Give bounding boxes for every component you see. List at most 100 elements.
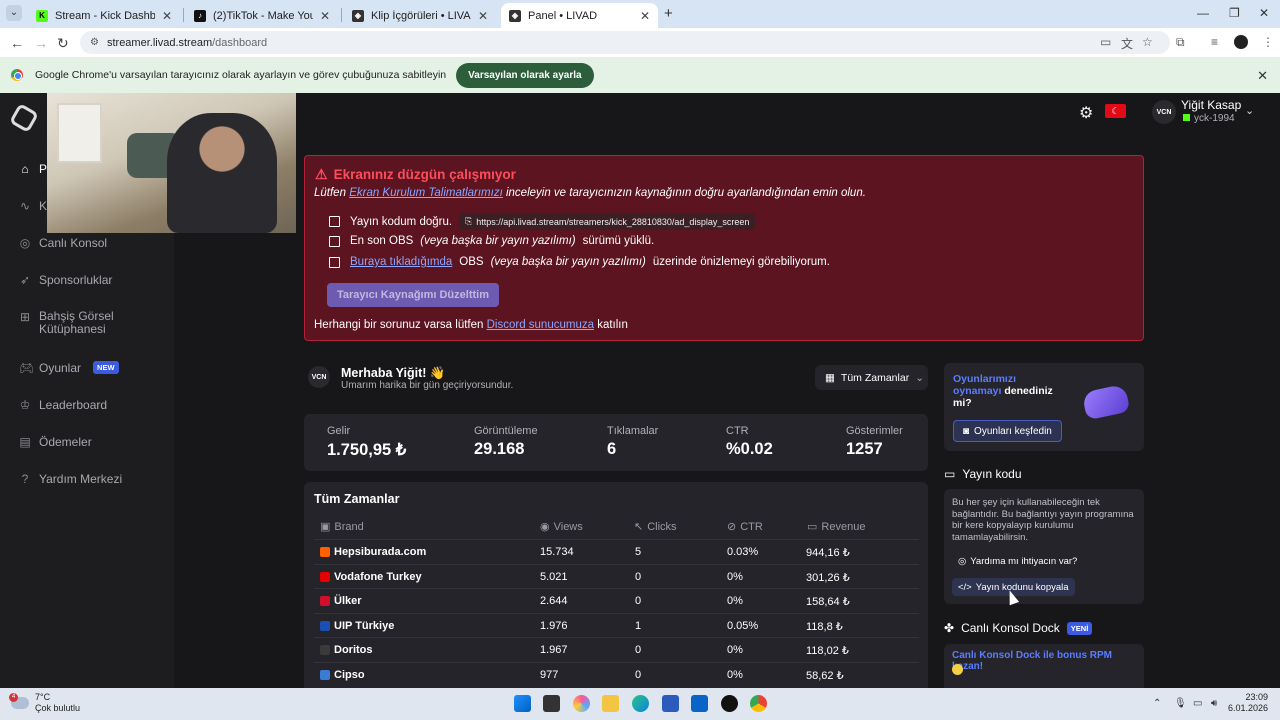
url-host: streamer.livad.stream — [106, 36, 213, 49]
close-icon[interactable]: ✕ — [640, 9, 650, 23]
period-dropdown[interactable]: ▦ Tüm Zamanlar ⌄ — [815, 365, 928, 390]
checkbox[interactable] — [329, 235, 340, 247]
network-icon[interactable]: ▭ — [1193, 698, 1202, 709]
column-header-revenue[interactable]: ▭ Revenue — [807, 520, 865, 534]
greeting-subtitle: Umarım harika bir gün geçiriyorsundur. — [341, 380, 514, 391]
stat-label: Görüntüleme — [474, 425, 538, 437]
file-explorer-icon[interactable] — [602, 695, 619, 712]
sidebar-item-canli-konsol[interactable]: ◎ Canlı Konsol — [0, 236, 174, 250]
windows-start-icon[interactable] — [514, 695, 531, 712]
stat-impressions: Gösterimler 1257 — [846, 425, 903, 459]
bookmark-star-icon[interactable]: ☆ — [1142, 35, 1153, 49]
cell-ctr: 0% — [727, 644, 743, 656]
cell-text: 0% — [727, 669, 743, 681]
column-header-views[interactable]: ◉ Views — [540, 520, 583, 534]
brand-logo-icon — [320, 571, 330, 582]
tab-tiktok[interactable]: ♪ (2)TikTok - Make Your Day ✕ — [186, 3, 338, 28]
help-circle-icon: ◎ — [958, 555, 967, 567]
sidebar-item-label: Bahşiş Görsel Kütüphanesi — [39, 309, 114, 336]
cell-text: 0 — [635, 644, 642, 657]
sidebar-item-leaderboard[interactable]: ♔ Leaderboard — [0, 398, 174, 412]
brand-logo-icon — [320, 670, 330, 680]
site-info-icon[interactable]: ⚙ — [90, 37, 99, 48]
sidebar-item-label: Sponsorluklar — [39, 273, 113, 287]
chrome-taskbar-icon[interactable] — [750, 695, 767, 712]
reading-list-icon[interactable]: ≡ — [1211, 35, 1218, 49]
new-tab-icon[interactable]: + — [664, 5, 673, 22]
task-view-icon[interactable] — [543, 695, 560, 712]
maximize-icon[interactable]: ❐ — [1229, 6, 1240, 20]
stat-value: 1257 — [846, 440, 883, 458]
sidebar-item-oyunlar[interactable]: 🎮︎ Oyunlar NEW — [0, 361, 174, 375]
stat-ctr: CTR %0.02 — [726, 425, 773, 459]
column-header-brand[interactable]: ▣ Brand — [320, 520, 364, 534]
dock-heading: ✤ Canlı Konsol Dock YENİ — [944, 621, 1093, 635]
more-menu-icon[interactable]: ⋮ — [1262, 35, 1274, 49]
copilot-icon[interactable] — [573, 695, 590, 712]
discord-link[interactable]: Discord sunucumuza — [487, 319, 594, 331]
close-icon[interactable]: ✕ — [1257, 68, 1268, 84]
weather-widget[interactable]: 4 7°C Çok bulutlu — [9, 692, 80, 714]
sidebar-item-bahsis-gorsel[interactable]: ⊞ Bahşiş Görsel Kütüphanesi — [0, 310, 174, 336]
settings-gear-icon[interactable]: ⚙ — [1079, 103, 1093, 123]
reload-icon[interactable]: ↻ — [57, 35, 69, 52]
footer-suffix: katılın — [597, 319, 628, 331]
profile-icon[interactable] — [1234, 35, 1248, 49]
sidebar-item-odemeler[interactable]: ▤ Ödemeler — [0, 435, 174, 449]
store-icon[interactable] — [662, 695, 679, 712]
new-badge: YENİ — [1066, 621, 1093, 635]
check-stream-code: Yayın kodum doğru. ⎘ https://api.livad.s… — [329, 213, 756, 230]
fixed-browser-source-button[interactable]: Tarayıcı Kaynağımı Düzelttim — [327, 283, 499, 307]
window-close-icon[interactable]: ✕ — [1259, 6, 1269, 20]
extensions-icon[interactable]: ⧉ — [1176, 35, 1185, 50]
avatar[interactable]: VCN — [1152, 100, 1176, 124]
clock[interactable]: 23:09 6.01.2026 — [1228, 692, 1268, 714]
livad-logo[interactable] — [8, 102, 40, 134]
translate-icon[interactable]: 文 — [1121, 35, 1133, 52]
set-default-button[interactable]: Varsayılan olarak ayarla — [456, 62, 594, 88]
microphone-icon[interactable]: 🎙︎ — [1174, 698, 1187, 709]
help-button[interactable]: ◎ Yardıma mı ihtiyacın var? — [952, 552, 1083, 570]
tiktok-app-icon[interactable] — [721, 695, 738, 712]
stream-url-pill[interactable]: ⎘ https://api.livad.stream/streamers/kic… — [459, 213, 756, 230]
back-icon[interactable]: ← — [10, 35, 24, 51]
turkey-flag-icon[interactable]: ☾ — [1105, 104, 1126, 118]
column-header-clicks[interactable]: ↖ Clicks — [634, 520, 677, 534]
close-icon[interactable]: ✕ — [320, 9, 330, 23]
tab-klip-icgoruleri[interactable]: ◈ Klip İçgörüleri • LIVAD ✕ — [344, 3, 496, 28]
minimize-icon[interactable]: — — [1197, 6, 1209, 20]
header-label: Views — [553, 520, 583, 533]
tab-panel-livad[interactable]: ◈ Panel • LIVAD ✕ — [501, 3, 658, 28]
cast-icon[interactable]: ▭ — [1100, 35, 1111, 49]
close-icon[interactable]: ✕ — [162, 9, 172, 23]
url-input[interactable]: ⚙ streamer.livad.stream/dashboard — [80, 31, 1170, 54]
cell-text: 0% — [727, 570, 743, 583]
edge-icon[interactable] — [632, 695, 649, 712]
tray-chevron-icon[interactable]: ⌃ — [1153, 698, 1161, 709]
cell-ctr: 0.05% — [727, 620, 758, 632]
sidebar-item-sponsorluklar[interactable]: ➶ Sponsorluklar — [0, 273, 174, 287]
sidebar-item-yardim[interactable]: ? Yardım Merkezi — [0, 472, 174, 486]
forward-icon[interactable]: → — [34, 35, 48, 51]
setup-instructions-link[interactable]: Ekran Kurulum Talimatlarımızı — [349, 187, 503, 199]
explore-games-button[interactable]: ◙ Oyunları keşfedin — [953, 420, 1062, 442]
tab-search-icon[interactable]: ⌄ — [6, 5, 22, 21]
checkbox[interactable] — [329, 216, 340, 227]
column-header-ctr[interactable]: ⊘ CTR — [727, 520, 763, 534]
webcam-person — [167, 113, 277, 233]
volume-icon[interactable]: 🔊︎ — [1211, 698, 1217, 709]
home-icon: ⌂ — [21, 162, 29, 176]
user-handle-text: yck-1994 — [1194, 113, 1235, 124]
user-name[interactable]: Yiğit Kasap — [1181, 98, 1241, 112]
stream-url: https://api.livad.stream/streamers/kick_… — [476, 216, 750, 227]
tab-kick-dashboard[interactable]: K Stream - Kick Dashboard ✕ — [28, 3, 180, 28]
checkbox[interactable] — [329, 256, 340, 268]
click-here-link[interactable]: Buraya tıkladığımda — [350, 256, 452, 268]
outlook-icon[interactable] — [691, 695, 708, 712]
tab-title: Stream - Kick Dashboard — [55, 9, 155, 22]
promo-line-bold: denediniz — [1004, 385, 1053, 397]
close-icon[interactable]: ✕ — [478, 9, 488, 23]
cell-text: 0 — [635, 570, 642, 583]
chevron-down-icon[interactable]: ⌄ — [1245, 104, 1254, 117]
cell-views: 1.967 — [540, 644, 568, 656]
